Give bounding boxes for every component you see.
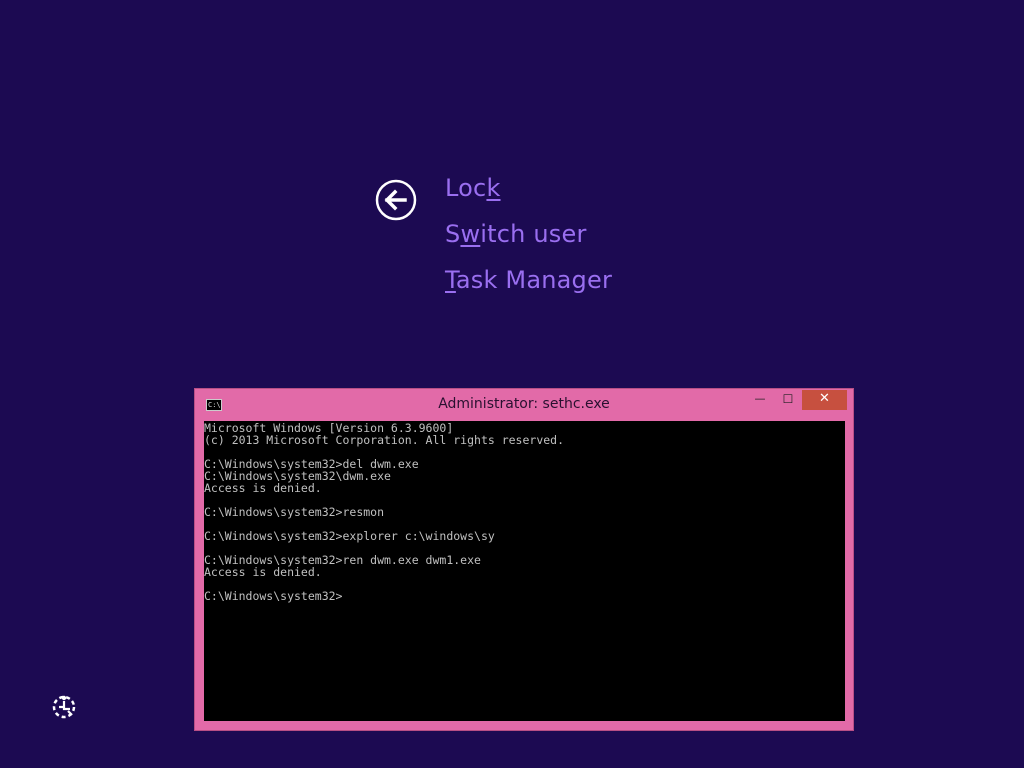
task-manager-label-post: ask Manager (455, 266, 613, 294)
switch-user-accelerator-key: w (460, 220, 481, 248)
back-button[interactable] (375, 179, 417, 221)
lock-label-pre: Loc (445, 174, 487, 202)
task-manager-option[interactable]: Task Manager (445, 266, 612, 294)
maximize-button[interactable]: ☐ (775, 390, 801, 410)
lock-accelerator-key: k (486, 174, 501, 202)
maximize-icon: ☐ (782, 392, 794, 406)
lock-option[interactable]: Lock (445, 174, 501, 202)
console-output: Microsoft Windows [Version 6.3.9600] (c)… (204, 421, 565, 603)
command-prompt-window[interactable]: C:\ Administrator: sethc.exe — ☐ ✕ Micro… (194, 388, 854, 731)
task-manager-accelerator-key: T (445, 266, 456, 294)
switch-user-label-pre: S (445, 220, 461, 248)
minimize-icon: — (754, 392, 766, 405)
arrow-left-circle-icon (375, 179, 417, 221)
switch-user-option[interactable]: Switch user (445, 220, 587, 248)
minimize-button[interactable]: — (747, 390, 773, 410)
switch-user-label-post: itch user (480, 220, 587, 248)
close-button[interactable]: ✕ (802, 390, 847, 410)
console-area[interactable]: Microsoft Windows [Version 6.3.9600] (c)… (204, 421, 845, 721)
ease-of-access-icon (52, 695, 76, 719)
window-titlebar[interactable]: C:\ Administrator: sethc.exe — ☐ ✕ (195, 389, 853, 421)
ease-of-access-button[interactable] (50, 693, 78, 721)
close-icon: ✕ (819, 391, 830, 406)
